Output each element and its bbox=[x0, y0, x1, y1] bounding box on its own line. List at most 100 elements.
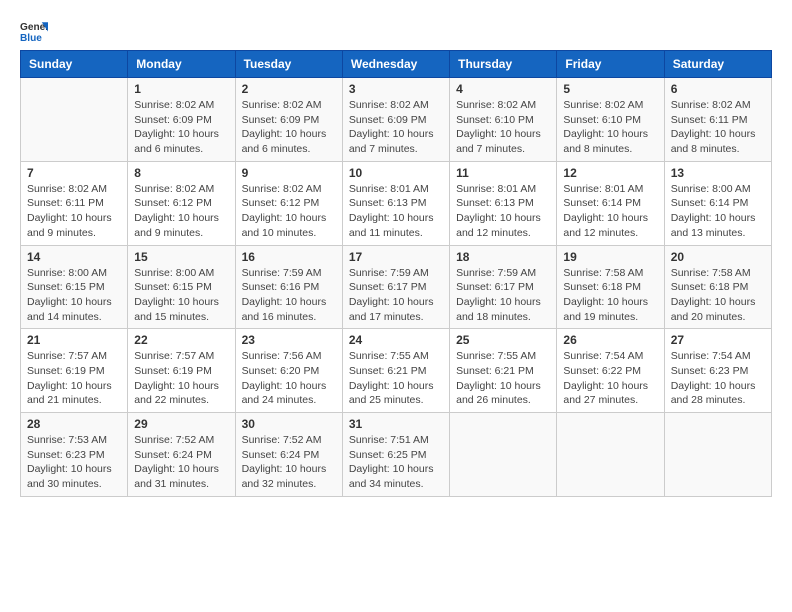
calendar-cell: 27 Sunrise: 7:54 AMSunset: 6:23 PMDayligh… bbox=[664, 329, 771, 413]
day-number: 15 bbox=[134, 250, 228, 264]
calendar-cell bbox=[557, 413, 664, 497]
day-info: Sunrise: 8:02 AMSunset: 6:10 PMDaylight:… bbox=[563, 98, 657, 157]
day-number: 28 bbox=[27, 417, 121, 431]
day-number: 1 bbox=[134, 82, 228, 96]
calendar-cell: 22 Sunrise: 7:57 AMSunset: 6:19 PMDayligh… bbox=[128, 329, 235, 413]
day-info: Sunrise: 7:51 AMSunset: 6:25 PMDaylight:… bbox=[349, 433, 443, 492]
day-info: Sunrise: 8:00 AMSunset: 6:15 PMDaylight:… bbox=[134, 266, 228, 325]
day-number: 9 bbox=[242, 166, 336, 180]
col-header-thursday: Thursday bbox=[450, 51, 557, 78]
calendar-cell: 21Sunrise: 7:57 AMSunset: 6:19 PMDayligh… bbox=[21, 329, 128, 413]
day-info: Sunrise: 7:56 AMSunset: 6:20 PMDaylight:… bbox=[242, 349, 336, 408]
day-number: 4 bbox=[456, 82, 550, 96]
day-number: 14 bbox=[27, 250, 121, 264]
day-info: Sunrise: 8:02 AMSunset: 6:09 PMDaylight:… bbox=[349, 98, 443, 157]
calendar-row-week-4: 21Sunrise: 7:57 AMSunset: 6:19 PMDayligh… bbox=[21, 329, 772, 413]
day-info: Sunrise: 7:59 AMSunset: 6:17 PMDaylight:… bbox=[456, 266, 550, 325]
day-info: Sunrise: 7:54 AMSunset: 6:23 PMDaylight:… bbox=[671, 349, 765, 408]
logo: General Blue bbox=[20, 16, 48, 44]
day-number: 16 bbox=[242, 250, 336, 264]
day-number: 8 bbox=[134, 166, 228, 180]
day-number: 18 bbox=[456, 250, 550, 264]
day-info: Sunrise: 7:59 AMSunset: 6:17 PMDaylight:… bbox=[349, 266, 443, 325]
calendar-cell: 20 Sunrise: 7:58 AMSunset: 6:18 PMDayligh… bbox=[664, 245, 771, 329]
day-info: Sunrise: 8:02 AMSunset: 6:09 PMDaylight:… bbox=[134, 98, 228, 157]
calendar-cell: 10Sunrise: 8:01 AMSunset: 6:13 PMDayligh… bbox=[342, 161, 449, 245]
day-info: Sunrise: 7:57 AMSunset: 6:19 PMDaylight:… bbox=[134, 349, 228, 408]
calendar-cell bbox=[450, 413, 557, 497]
calendar-cell: 25 Sunrise: 7:55 AMSunset: 6:21 PMDayligh… bbox=[450, 329, 557, 413]
svg-text:Blue: Blue bbox=[20, 33, 42, 44]
calendar-cell: 18 Sunrise: 7:59 AMSunset: 6:17 PMDayligh… bbox=[450, 245, 557, 329]
col-header-saturday: Saturday bbox=[664, 51, 771, 78]
calendar-cell: 28 Sunrise: 7:53 AMSunset: 6:23 PMDayligh… bbox=[21, 413, 128, 497]
calendar-cell: 6 Sunrise: 8:02 AMSunset: 6:11 PMDaylight… bbox=[664, 78, 771, 162]
day-number: 20 bbox=[671, 250, 765, 264]
day-number: 12 bbox=[563, 166, 657, 180]
day-number: 26 bbox=[563, 333, 657, 347]
day-info: Sunrise: 7:59 AMSunset: 6:16 PMDaylight:… bbox=[242, 266, 336, 325]
calendar-cell: 14 Sunrise: 8:00 AMSunset: 6:15 PMDayligh… bbox=[21, 245, 128, 329]
calendar-cell: 12Sunrise: 8:01 AMSunset: 6:14 PMDayligh… bbox=[557, 161, 664, 245]
calendar-cell: 26 Sunrise: 7:54 AMSunset: 6:22 PMDayligh… bbox=[557, 329, 664, 413]
calendar-cell: 16 Sunrise: 7:59 AMSunset: 6:16 PMDayligh… bbox=[235, 245, 342, 329]
col-header-wednesday: Wednesday bbox=[342, 51, 449, 78]
calendar-cell: 1 Sunrise: 8:02 AMSunset: 6:09 PMDaylight… bbox=[128, 78, 235, 162]
calendar-cell: 7Sunrise: 8:02 AMSunset: 6:11 PMDaylight… bbox=[21, 161, 128, 245]
day-number: 22 bbox=[134, 333, 228, 347]
day-info: Sunrise: 7:52 AMSunset: 6:24 PMDaylight:… bbox=[242, 433, 336, 492]
day-number: 3 bbox=[349, 82, 443, 96]
calendar-cell: 31 Sunrise: 7:51 AMSunset: 6:25 PMDayligh… bbox=[342, 413, 449, 497]
col-header-monday: Monday bbox=[128, 51, 235, 78]
day-info: Sunrise: 7:58 AMSunset: 6:18 PMDaylight:… bbox=[563, 266, 657, 325]
day-info: Sunrise: 8:02 AMSunset: 6:09 PMDaylight:… bbox=[242, 98, 336, 157]
calendar-cell: 5 Sunrise: 8:02 AMSunset: 6:10 PMDaylight… bbox=[557, 78, 664, 162]
day-number: 17 bbox=[349, 250, 443, 264]
day-info: Sunrise: 8:00 AMSunset: 6:15 PMDaylight:… bbox=[27, 266, 121, 325]
day-info: Sunrise: 7:55 AMSunset: 6:21 PMDaylight:… bbox=[349, 349, 443, 408]
calendar-cell: 24Sunrise: 7:55 AMSunset: 6:21 PMDayligh… bbox=[342, 329, 449, 413]
calendar-cell: 8Sunrise: 8:02 AMSunset: 6:12 PMDaylight… bbox=[128, 161, 235, 245]
col-header-friday: Friday bbox=[557, 51, 664, 78]
day-number: 5 bbox=[563, 82, 657, 96]
calendar-row-week-1: 1 Sunrise: 8:02 AMSunset: 6:09 PMDaylight… bbox=[21, 78, 772, 162]
day-info: Sunrise: 8:02 AMSunset: 6:12 PMDaylight:… bbox=[242, 182, 336, 241]
calendar-cell: 4 Sunrise: 8:02 AMSunset: 6:10 PMDaylight… bbox=[450, 78, 557, 162]
day-number: 31 bbox=[349, 417, 443, 431]
calendar-cell: 19Sunrise: 7:58 AMSunset: 6:18 PMDayligh… bbox=[557, 245, 664, 329]
calendar-cell: 29Sunrise: 7:52 AMSunset: 6:24 PMDayligh… bbox=[128, 413, 235, 497]
calendar-cell: 15 Sunrise: 8:00 AMSunset: 6:15 PMDayligh… bbox=[128, 245, 235, 329]
header: General Blue bbox=[20, 16, 772, 44]
day-number: 25 bbox=[456, 333, 550, 347]
calendar-row-week-2: 7Sunrise: 8:02 AMSunset: 6:11 PMDaylight… bbox=[21, 161, 772, 245]
day-number: 30 bbox=[242, 417, 336, 431]
calendar-cell: 11Sunrise: 8:01 AMSunset: 6:13 PMDayligh… bbox=[450, 161, 557, 245]
day-info: Sunrise: 8:01 AMSunset: 6:13 PMDaylight:… bbox=[456, 182, 550, 241]
calendar-cell bbox=[664, 413, 771, 497]
day-info: Sunrise: 7:53 AMSunset: 6:23 PMDaylight:… bbox=[27, 433, 121, 492]
day-info: Sunrise: 7:54 AMSunset: 6:22 PMDaylight:… bbox=[563, 349, 657, 408]
day-info: Sunrise: 7:58 AMSunset: 6:18 PMDaylight:… bbox=[671, 266, 765, 325]
calendar-cell: 3 Sunrise: 8:02 AMSunset: 6:09 PMDaylight… bbox=[342, 78, 449, 162]
calendar-cell: 30 Sunrise: 7:52 AMSunset: 6:24 PMDayligh… bbox=[235, 413, 342, 497]
calendar-table: SundayMondayTuesdayWednesdayThursdayFrid… bbox=[20, 50, 772, 497]
day-info: Sunrise: 8:02 AMSunset: 6:10 PMDaylight:… bbox=[456, 98, 550, 157]
day-info: Sunrise: 8:01 AMSunset: 6:13 PMDaylight:… bbox=[349, 182, 443, 241]
calendar-cell: 17 Sunrise: 7:59 AMSunset: 6:17 PMDayligh… bbox=[342, 245, 449, 329]
col-header-tuesday: Tuesday bbox=[235, 51, 342, 78]
day-number: 2 bbox=[242, 82, 336, 96]
col-header-sunday: Sunday bbox=[21, 51, 128, 78]
calendar-cell: 13Sunrise: 8:00 AMSunset: 6:14 PMDayligh… bbox=[664, 161, 771, 245]
calendar-row-week-3: 14 Sunrise: 8:00 AMSunset: 6:15 PMDayligh… bbox=[21, 245, 772, 329]
calendar-cell bbox=[21, 78, 128, 162]
day-info: Sunrise: 7:55 AMSunset: 6:21 PMDaylight:… bbox=[456, 349, 550, 408]
day-info: Sunrise: 7:57 AMSunset: 6:19 PMDaylight:… bbox=[27, 349, 121, 408]
logo-icon: General Blue bbox=[20, 16, 48, 44]
day-info: Sunrise: 8:00 AMSunset: 6:14 PMDaylight:… bbox=[671, 182, 765, 241]
calendar-cell: 2 Sunrise: 8:02 AMSunset: 6:09 PMDaylight… bbox=[235, 78, 342, 162]
day-number: 29 bbox=[134, 417, 228, 431]
calendar-row-week-5: 28 Sunrise: 7:53 AMSunset: 6:23 PMDayligh… bbox=[21, 413, 772, 497]
day-info: Sunrise: 8:02 AMSunset: 6:11 PMDaylight:… bbox=[671, 98, 765, 157]
day-number: 6 bbox=[671, 82, 765, 96]
day-number: 27 bbox=[671, 333, 765, 347]
